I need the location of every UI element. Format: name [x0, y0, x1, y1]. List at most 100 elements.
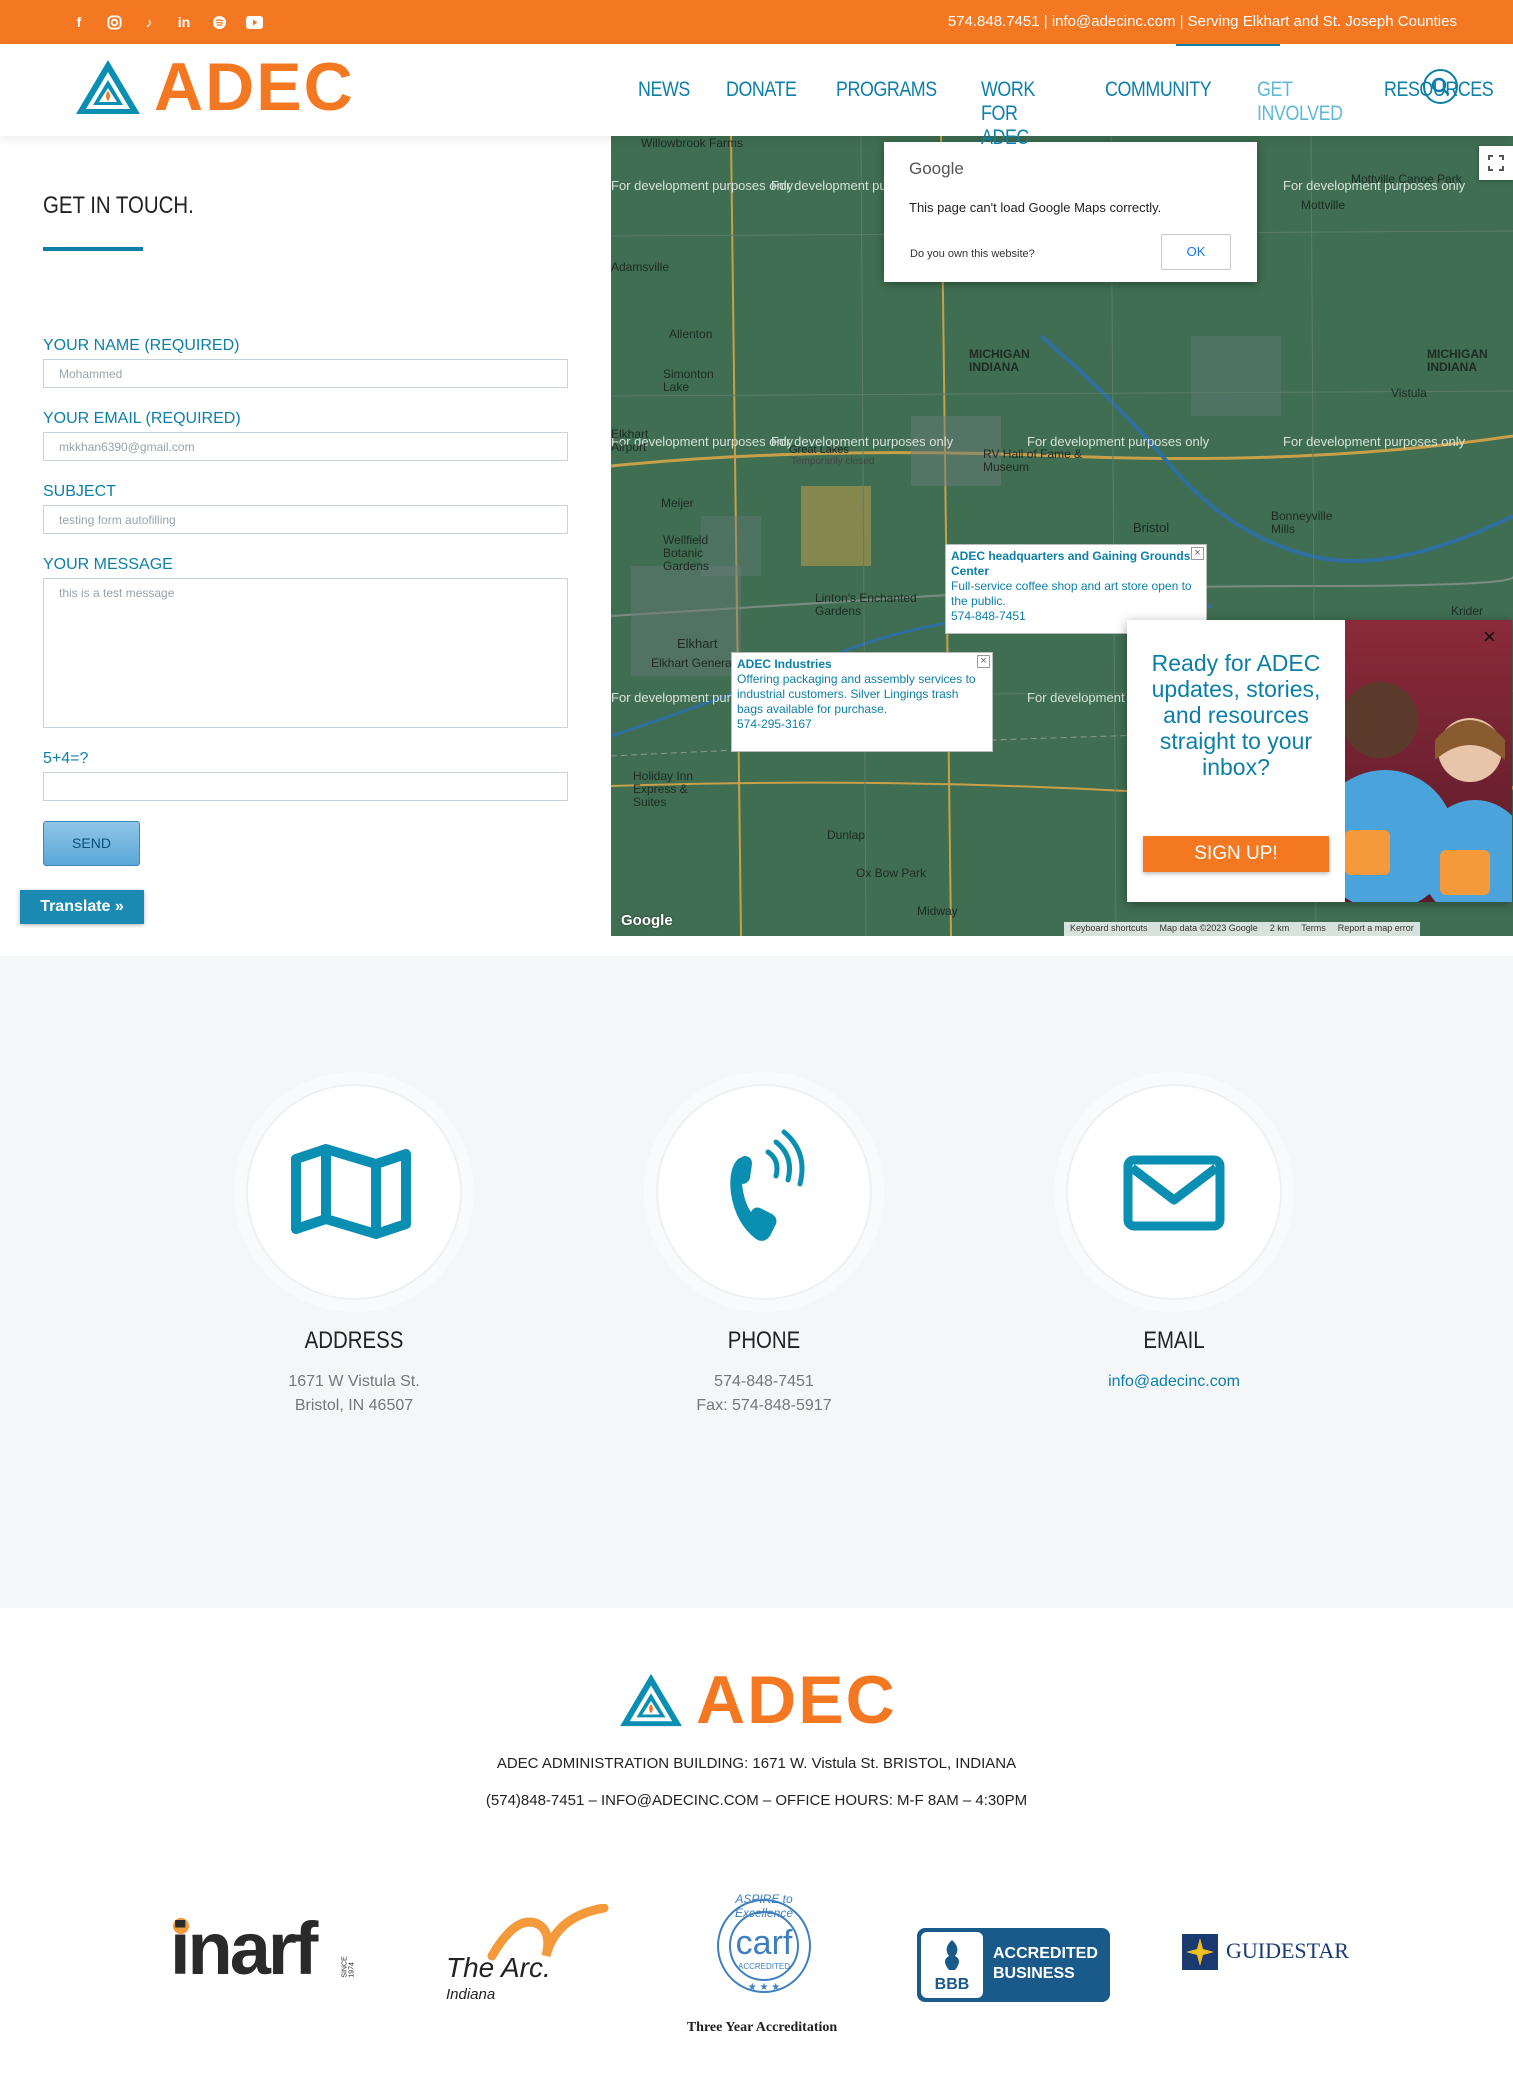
site-footer: ADEC ADEC ADMINISTRATION BUILDING: 1671 … [0, 1608, 1513, 2084]
captcha-field[interactable] [43, 772, 568, 801]
phone-line[interactable]: 574-848-7451 [614, 1370, 914, 1394]
contact-info-section: ADDRESS 1671 W Vistula St. Bristol, IN 4… [0, 956, 1513, 1608]
map-scale: 2 km [1269, 923, 1290, 933]
map-place: Bristol [1133, 520, 1170, 535]
map-place: Simonton Lake [663, 367, 714, 394]
search-icon [1431, 77, 1450, 96]
envelope-icon [1123, 1155, 1225, 1231]
top-bar: f ♪ in 574.848.7451 | info@adecinc.com |… [0, 0, 1513, 44]
email-title: EMAIL [1143, 1327, 1205, 1354]
spotify-icon[interactable] [210, 13, 228, 31]
infowindow-title: ADEC headquarters and Gaining Grounds Ce… [951, 549, 1191, 578]
report-error-link[interactable]: Report a map error [1338, 923, 1414, 935]
terms-link[interactable]: Terms [1301, 923, 1326, 935]
email-link[interactable]: info@adecinc.com [1024, 1370, 1324, 1394]
dev-watermark: For development purposes only [1283, 434, 1466, 449]
search-button[interactable] [1423, 69, 1458, 104]
nav-community[interactable]: COMMUNITY [1105, 78, 1212, 150]
instagram-icon[interactable] [105, 13, 123, 31]
map-place: Adamsville [611, 260, 670, 274]
facebook-icon[interactable]: f [70, 13, 88, 31]
site-header: ADEC NEWS DONATE PROGRAMS WORK FOR ADEC … [0, 44, 1513, 149]
carf-top-text: ASPIRE to Excellence [734, 1892, 794, 1920]
translate-button[interactable]: Translate » [20, 890, 144, 924]
arc-logo[interactable]: The Arc. Indiana [440, 1904, 610, 2024]
bbb-logo[interactable]: BBB ACCREDITED BUSINESS [917, 1928, 1110, 2002]
youtube-icon[interactable] [245, 13, 263, 31]
guidestar-star-icon [1182, 1934, 1218, 1970]
name-label: YOUR NAME (REQUIRED) [43, 337, 240, 354]
carf-accredited: ACCREDITED [737, 1962, 790, 1971]
ok-button[interactable]: OK [1161, 234, 1231, 270]
popup-photo [1315, 620, 1513, 920]
nav-work-for-adec[interactable]: WORK FOR ADEC [981, 78, 1063, 150]
nav-get-involved[interactable]: GET INVOLVED [1257, 78, 1343, 150]
maps-error-question: Do you own this website? [910, 248, 1035, 260]
logo-triangle-icon [620, 1673, 682, 1727]
close-icon[interactable]: × [1191, 547, 1204, 560]
map-infowindow-industries: ADEC Industries Offering packaging and a… [731, 652, 993, 752]
map-place: Elkhart Airport [611, 427, 649, 454]
arc-text: The Arc. [446, 1952, 551, 1983]
bbb-torch-box: BBB [921, 1932, 983, 1998]
map-place: Vistula [1391, 386, 1427, 400]
map-place: Bonneyville Mills [1271, 509, 1333, 536]
site-logo[interactable]: ADEC [74, 53, 355, 121]
dev-watermark: For development purposes only [611, 178, 794, 193]
map-place: Krider [1451, 604, 1484, 618]
phone-title: PHONE [727, 1327, 801, 1354]
heading-underline [43, 247, 143, 251]
map-data-text: Map data ©2023 Google [1159, 923, 1258, 933]
email-label: YOUR EMAIL (REQUIRED) [43, 410, 241, 427]
tiktok-icon[interactable]: ♪ [140, 13, 158, 31]
google-brand: Google [909, 159, 964, 178]
map-place: Allenton [669, 327, 713, 341]
carf-logo[interactable]: ★ ★ ★ ASPIRE to Excellence carf ACCREDIT… [662, 1884, 862, 2044]
footer-logo[interactable]: ADEC [618, 1662, 897, 1738]
nav-donate[interactable]: DONATE [726, 78, 797, 150]
send-button[interactable]: SEND [43, 821, 140, 866]
address-circle [234, 1072, 474, 1312]
map-place: MICHIGAN INDIANA [1427, 347, 1488, 374]
maps-error-dialog: Google This page can't load Google Maps … [884, 142, 1257, 282]
address-title: ADDRESS [304, 1327, 404, 1354]
map-place: Wellfield Botanic Gardens [663, 533, 710, 573]
map-place: Holiday Inn Express & Suites [633, 769, 694, 809]
footer-contact: (574)848-7451 – INFO@ADECINC.COM – OFFIC… [485, 1792, 1028, 1809]
infowindow-text: Offering packaging and assembly services… [737, 672, 976, 716]
map-place: Linton's Enchanted Gardens [815, 591, 917, 618]
map-place: Mottville [1301, 198, 1346, 212]
people-photo-icon [1315, 682, 1513, 920]
map-place: Great Lakes [789, 444, 849, 456]
svg-text:★ ★ ★: ★ ★ ★ [748, 1982, 780, 1993]
infowindow-title: ADEC Industries [737, 657, 832, 671]
active-nav-indicator [1176, 44, 1280, 46]
fax-line: Fax: 574-848-5917 [696, 1397, 832, 1414]
map-place: Elkhart General [651, 656, 735, 670]
bbb-text: BBB [934, 1976, 970, 1993]
message-field[interactable]: this is a test message [43, 578, 568, 728]
popup-text: Ready for ADEC updates, stories, and res… [1151, 650, 1321, 780]
google-map[interactable]: For development purposes only For develo… [611, 136, 1513, 936]
carf-text: carf [735, 1924, 793, 1962]
infowindow-text: Full-service coffee shop and art store o… [951, 579, 1192, 608]
keyboard-shortcuts-link[interactable]: Keyboard shortcuts [1070, 923, 1148, 935]
popup-close-icon[interactable]: × [1483, 624, 1496, 650]
nav-programs[interactable]: PROGRAMS [836, 78, 937, 150]
nav-news[interactable]: NEWS [638, 78, 690, 150]
email-field[interactable]: mkkhan6390@gmail.com [43, 432, 568, 461]
address-line: Bristol, IN 46507 [294, 1397, 414, 1414]
linkedin-icon[interactable]: in [175, 13, 193, 31]
topbar-contact[interactable]: 574.848.7451 | info@adecinc.com | Servin… [948, 13, 1457, 30]
inarf-logo[interactable]: inarf SINCE 1974 [170, 1904, 356, 2014]
signup-button[interactable]: SIGN UP! [1143, 836, 1329, 872]
guidestar-logo[interactable]: GUIDESTAR [1180, 1924, 1360, 1984]
fullscreen-button[interactable] [1479, 146, 1513, 180]
map-attribution: Keyboard shortcuts Map data ©2023 Google… [1064, 922, 1420, 936]
close-icon[interactable]: × [977, 655, 990, 668]
map-icon [291, 1144, 411, 1239]
subject-field[interactable]: testing form autofilling [43, 505, 568, 534]
name-field[interactable]: Mohammed [43, 359, 568, 388]
infowindow-phone[interactable]: 574-295-3167 [737, 717, 987, 732]
footer-logo-text: ADEC [696, 1662, 897, 1738]
